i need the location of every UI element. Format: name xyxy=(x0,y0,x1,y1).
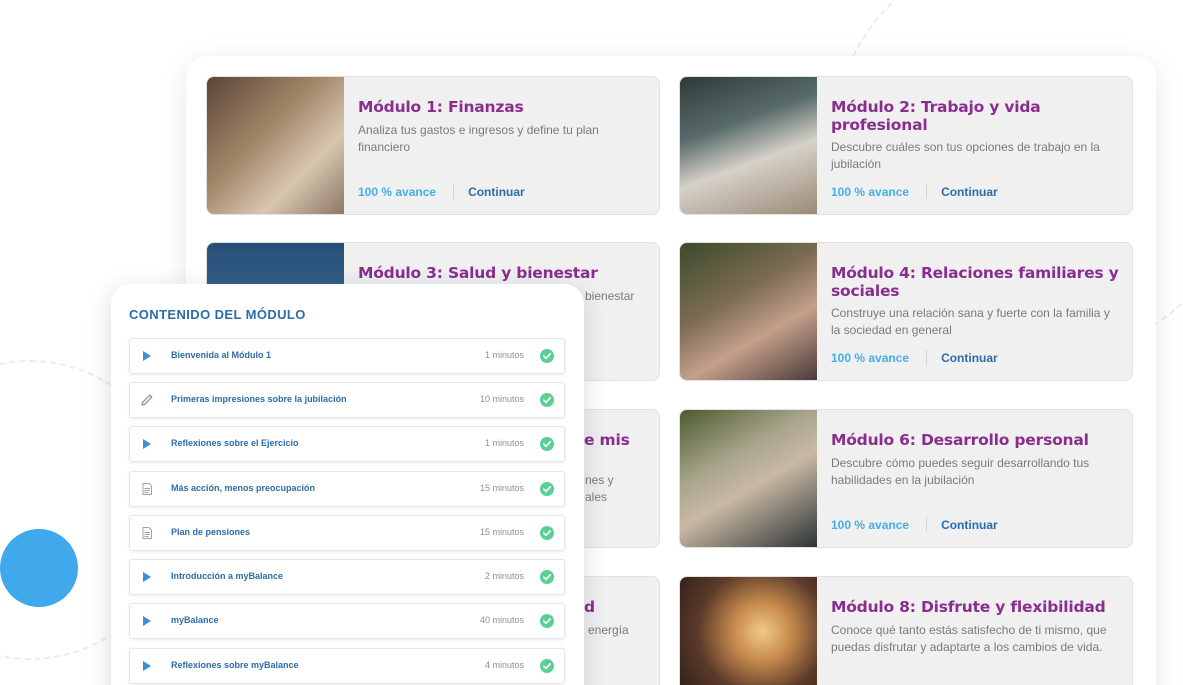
lesson-title: Introducción a myBalance xyxy=(171,571,284,581)
module-title: Módulo 3: Salud y bienestar xyxy=(358,264,598,282)
lesson-row[interactable]: myBalance 40 minutos xyxy=(129,603,565,639)
divider xyxy=(926,350,928,365)
module-content-panel: CONTENIDO DEL MÓDULO Bienvenida al Módul… xyxy=(111,284,584,685)
check-circle-icon xyxy=(540,614,554,628)
check-circle-icon xyxy=(540,482,554,496)
play-icon xyxy=(143,661,151,671)
lesson-row[interactable]: Introducción a myBalance 2 minutos xyxy=(129,559,565,595)
module-description: Construye una relación sana y fuerte con… xyxy=(831,306,1110,337)
module-title: Módulo 4: Relaciones familiares y social… xyxy=(831,264,1119,300)
module-title: Módulo 2: Trabajo y vida profesional xyxy=(831,98,1041,134)
module-footer: 100 % avance Continuar xyxy=(831,517,998,532)
module-description: Conoce qué tanto estás satisfecho de ti … xyxy=(831,623,1107,654)
lesson-row[interactable]: Plan de pensiones 15 minutos xyxy=(129,515,565,551)
panel-title: CONTENIDO DEL MÓDULO xyxy=(129,307,306,322)
pencil-icon xyxy=(141,394,153,406)
module-description: Analiza tus gastos e ingresos y define t… xyxy=(358,123,599,154)
progress-label: 100 % avance xyxy=(358,184,437,199)
module-title: d xyxy=(584,598,595,616)
module-footer: 100 % avance Continuar xyxy=(831,184,998,199)
document-icon xyxy=(142,527,152,539)
lesson-title: Bienvenida al Módulo 1 xyxy=(171,350,272,360)
check-circle-icon xyxy=(540,570,554,584)
check-circle-icon xyxy=(540,437,554,451)
continue-link[interactable]: Continuar xyxy=(468,185,525,199)
module-description: bienestar xyxy=(585,289,635,303)
lesson-duration: 4 minutos xyxy=(484,660,524,670)
lesson-duration: 1 minutos xyxy=(484,438,524,448)
module-title: Módulo 8: Disfrute y flexibilidad xyxy=(831,598,1106,616)
divider xyxy=(926,184,928,199)
module-title: Módulo 6: Desarrollo personal xyxy=(831,431,1089,449)
divider xyxy=(926,517,928,532)
module-footer: 100 % avance Continuar xyxy=(831,350,998,365)
play-icon xyxy=(143,572,151,582)
module-card-6[interactable]: Módulo 6: Desarrollo personal Descubre c… xyxy=(679,409,1133,548)
stage: Módulo 1: Finanzas Analiza tus gastos e … xyxy=(0,0,1183,685)
module-card-8[interactable]: Módulo 8: Disfrute y flexibilidad Conoce… xyxy=(679,576,1133,685)
lesson-row[interactable]: Bienvenida al Módulo 1 1 minutos xyxy=(129,338,565,374)
lesson-title: Más acción, menos preocupación xyxy=(171,483,316,493)
play-icon xyxy=(143,616,151,626)
module-footer: 100 % avance Continuar xyxy=(358,184,525,199)
lesson-title: Reflexiones sobre el Ejercicio xyxy=(171,438,299,448)
check-circle-icon xyxy=(540,659,554,673)
module-title: e mis xyxy=(584,431,630,449)
module-image xyxy=(680,77,817,214)
module-description: Descubre cómo puedes seguir desarrolland… xyxy=(831,456,1090,487)
lesson-duration: 15 minutos xyxy=(479,527,524,537)
progress-label: 100 % avance xyxy=(831,350,910,365)
module-card-1[interactable]: Módulo 1: Finanzas Analiza tus gastos e … xyxy=(206,76,660,215)
module-image xyxy=(680,577,817,685)
module-image xyxy=(680,410,817,547)
check-circle-icon xyxy=(540,349,554,363)
continue-link[interactable]: Continuar xyxy=(941,185,998,199)
divider xyxy=(453,184,455,199)
lesson-duration: 1 minutos xyxy=(484,350,524,360)
decorative-blue-circle xyxy=(0,529,78,607)
play-icon xyxy=(143,351,151,361)
lesson-title: Primeras impresiones sobre la jubilación xyxy=(171,394,347,404)
lesson-duration: 2 minutos xyxy=(484,571,524,581)
lesson-title: Plan de pensiones xyxy=(171,527,251,537)
module-card-2[interactable]: Módulo 2: Trabajo y vida profesional Des… xyxy=(679,76,1133,215)
check-circle-icon xyxy=(540,393,554,407)
module-card-4[interactable]: Módulo 4: Relaciones familiares y social… xyxy=(679,242,1133,381)
lesson-duration: 10 minutos xyxy=(479,394,524,404)
lesson-row[interactable]: Primeras impresiones sobre la jubilación… xyxy=(129,382,565,418)
lesson-row[interactable]: Reflexiones sobre el Ejercicio 1 minutos xyxy=(129,426,565,462)
module-description: nes y ales xyxy=(585,473,614,504)
check-circle-icon xyxy=(540,526,554,540)
play-icon xyxy=(143,439,151,449)
module-description: energía xyxy=(588,623,629,637)
continue-link[interactable]: Continuar xyxy=(941,518,998,532)
document-icon xyxy=(142,483,152,495)
module-title: Módulo 1: Finanzas xyxy=(358,98,524,116)
progress-label: 100 % avance xyxy=(831,517,910,532)
lesson-duration: 15 minutos xyxy=(479,483,524,493)
lesson-duration: 40 minutos xyxy=(479,615,524,625)
lesson-row[interactable]: Reflexiones sobre myBalance 4 minutos xyxy=(129,648,565,684)
module-description: Descubre cuáles son tus opciones de trab… xyxy=(831,140,1100,171)
progress-label: 100 % avance xyxy=(831,184,910,199)
lesson-row[interactable]: Más acción, menos preocupación 15 minuto… xyxy=(129,471,565,507)
module-image xyxy=(207,77,344,214)
continue-link[interactable]: Continuar xyxy=(941,351,998,365)
lesson-title: myBalance xyxy=(171,615,219,625)
module-image xyxy=(680,243,817,380)
lesson-title: Reflexiones sobre myBalance xyxy=(171,660,299,670)
